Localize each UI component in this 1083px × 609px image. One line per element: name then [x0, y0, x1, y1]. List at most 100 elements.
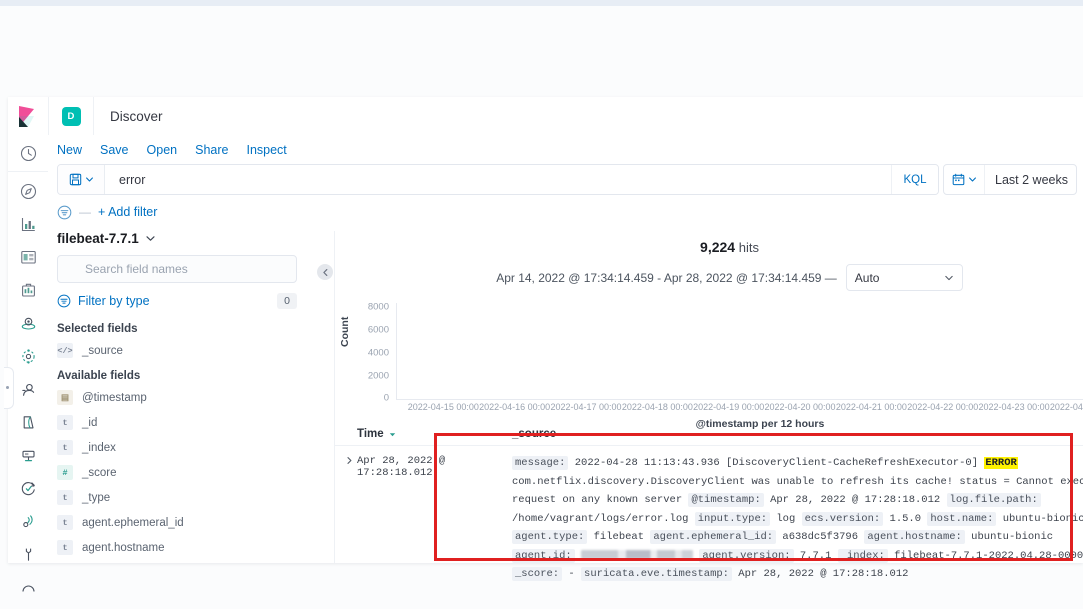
source-field-value: ubuntu-bionic	[971, 531, 1053, 543]
workspace: New Save Open Share Inspect	[48, 135, 1083, 563]
field-label: _score	[82, 467, 117, 479]
source-field-key: _index:	[838, 549, 888, 563]
filter-icon[interactable]	[57, 205, 72, 220]
column-header-time[interactable]: Time	[357, 428, 512, 440]
redacted-value	[581, 550, 693, 559]
x-tick: 2022-04-18 00:00	[622, 402, 693, 412]
sidebar-item-dev-tools[interactable]	[8, 538, 48, 571]
query-bar: error KQL	[57, 164, 1077, 195]
sidebar-item-machine-learning[interactable]	[8, 340, 48, 373]
filter-by-type-button[interactable]: Filter by type 0	[57, 286, 297, 316]
field-item-score[interactable]: # _score	[57, 460, 297, 485]
interval-select[interactable]: Auto	[846, 264, 963, 291]
index-pattern-selector[interactable]: filebeat-7.7.1	[57, 231, 297, 255]
query-input-group: error KQL	[57, 164, 939, 195]
menu-inspect[interactable]: Inspect	[246, 143, 286, 157]
sidebar-item-discover[interactable]	[8, 175, 48, 208]
source-field-key: ecs.version:	[802, 512, 884, 526]
uptime-icon	[20, 480, 37, 497]
chevron-down-icon	[145, 233, 156, 244]
chevron-left-circle-icon	[321, 268, 330, 277]
documents-table: Time _source Apr 28,	[335, 423, 1083, 563]
chevron-right-icon	[345, 456, 354, 465]
sidebar-item-maps[interactable]	[8, 307, 48, 340]
menu-new[interactable]: New	[57, 143, 82, 157]
kibana-app: D Discover	[8, 97, 1083, 563]
y-tick: 6000	[368, 325, 389, 336]
menu-share[interactable]: Share	[195, 143, 228, 157]
infrastructure-icon	[20, 381, 37, 398]
page-title: Discover	[94, 97, 163, 135]
filter-bar: — + Add filter	[57, 201, 1077, 223]
query-language-button[interactable]: KQL	[891, 165, 938, 194]
sidebar-item-canvas[interactable]	[8, 274, 48, 307]
field-item-agent-ephemeral-id[interactable]: t agent.ephemeral_id	[57, 510, 297, 535]
selected-fields-heading: Selected fields	[57, 323, 297, 335]
kibana-logo-icon	[18, 106, 38, 127]
time-range-row: Apr 14, 2022 @ 17:34:14.459 - Apr 28, 20…	[335, 255, 1083, 291]
sidebar-item-siem[interactable]	[8, 505, 48, 538]
source-field-value: 2022-04-28 11:13:43.936 [DiscoveryClient…	[575, 457, 978, 469]
field-item-agent-hostname[interactable]: t agent.hostname	[57, 535, 297, 560]
date-range-display[interactable]: Last 2 weeks	[985, 165, 1076, 194]
save-floppy-icon	[69, 173, 82, 186]
source-field-value: -	[568, 568, 574, 580]
field-label: @timestamp	[82, 392, 147, 404]
sidebar-item-recently-viewed[interactable]	[8, 135, 48, 172]
field-item-timestamp[interactable]: ▤ @timestamp	[57, 385, 297, 410]
sidebar-item-apm[interactable]	[8, 439, 48, 472]
apm-icon	[20, 447, 37, 464]
filter-icon	[57, 294, 71, 308]
sidebar-collapse-button[interactable]	[317, 264, 333, 280]
x-tick: 2022-04-17 00:00	[550, 402, 621, 412]
chart-x-axis: 2022-04-15 00:00 2022-04-16 00:00 2022-0…	[396, 402, 1083, 418]
expand-row-button[interactable]	[341, 454, 357, 584]
cell-time: Apr 28, 2022 @ 17:28:18.012	[357, 454, 512, 584]
table-row[interactable]: Apr 28, 2022 @ 17:28:18.012 message: 202…	[335, 446, 1083, 584]
date-quick-select-button[interactable]	[944, 165, 985, 194]
field-item-type[interactable]: t _type	[57, 485, 297, 510]
add-filter-button[interactable]: + Add filter	[98, 205, 157, 219]
kibana-home-link[interactable]	[8, 97, 49, 135]
field-search-input[interactable]: Search field names	[57, 255, 297, 283]
search-input[interactable]: error	[105, 165, 891, 194]
source-field-key: _score:	[512, 567, 562, 581]
source-field-value: Apr 28, 2022 @ 17:28:18.012	[738, 568, 908, 580]
sidebar-item-visualize[interactable]	[8, 208, 48, 241]
sidebar-item-dashboard[interactable]	[8, 241, 48, 274]
sidebar-item-logs[interactable]	[8, 406, 48, 439]
column-header-source[interactable]: _source	[512, 428, 556, 440]
histogram-chart[interactable]: Count 8000 6000 4000 2000 0 2022-04-15 0…	[335, 303, 1083, 433]
menu-open[interactable]: Open	[147, 143, 178, 157]
app-badge-cell: D	[49, 97, 94, 135]
sidebar-item-uptime[interactable]	[8, 472, 48, 505]
date-type-icon: ▤	[57, 390, 73, 405]
global-header: D Discover	[8, 97, 1083, 136]
chart-plot-area[interactable]	[396, 303, 1083, 400]
sidebar-item-infrastructure[interactable]	[8, 373, 48, 406]
source-field-key: agent.type:	[512, 530, 587, 544]
field-item-index[interactable]: t _index	[57, 435, 297, 460]
field-item-id[interactable]: t _id	[57, 410, 297, 435]
field-item-source[interactable]: </> _source	[57, 338, 297, 363]
number-type-icon: #	[57, 465, 73, 480]
source-field-value: filebeat-7.7.1-2022.04.28-000001	[894, 550, 1083, 562]
field-label: _type	[82, 492, 110, 504]
filter-separator: —	[79, 205, 91, 219]
saved-query-button[interactable]	[58, 165, 105, 194]
calendar-icon	[952, 173, 965, 186]
source-field-value: /home/vagrant/logs/error.log	[512, 513, 688, 525]
source-field-value: log	[776, 513, 795, 525]
available-fields-heading: Available fields	[57, 370, 297, 382]
x-tick: 2022-04-23 00:00	[979, 402, 1050, 412]
menu-save[interactable]: Save	[100, 143, 129, 157]
x-tick: 2022-04-22 00:00	[907, 402, 978, 412]
x-tick: 2022-04-21 00:00	[836, 402, 907, 412]
sort-down-icon	[388, 430, 397, 439]
app-badge: D	[62, 107, 81, 126]
string-type-icon: t	[57, 515, 73, 530]
string-type-icon: t	[57, 540, 73, 555]
sidebar-item-management[interactable]	[8, 571, 48, 604]
source-field-key: @timestamp:	[688, 493, 763, 507]
primary-nav-rail[interactable]	[8, 135, 49, 563]
